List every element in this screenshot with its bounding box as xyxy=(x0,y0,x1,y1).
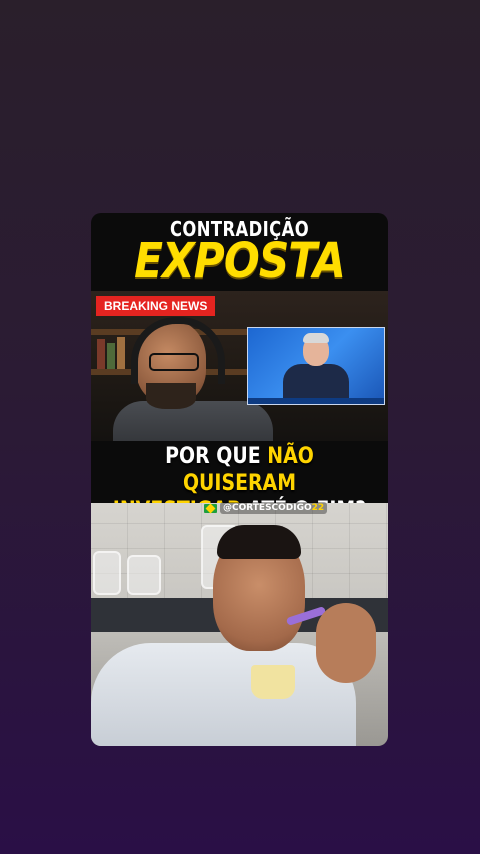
channel-watermark: @CORTESCODIGO22 xyxy=(204,502,328,514)
anchor-hair xyxy=(303,333,329,343)
news-ticker-bar xyxy=(248,398,384,404)
book xyxy=(117,337,125,369)
caption-part: POR QUE xyxy=(165,444,268,469)
brazil-flag-icon xyxy=(204,503,217,513)
book xyxy=(97,339,105,369)
headline-main: EXPOSTA xyxy=(134,233,346,289)
breaking-news-badge: BREAKING NEWS xyxy=(96,296,216,316)
headphones-icon xyxy=(131,317,225,384)
reaction-frame xyxy=(91,503,388,746)
person-hair xyxy=(217,525,301,559)
jar xyxy=(127,555,161,595)
host-beard xyxy=(146,383,196,409)
watermark-handle: @CORTESCODIGO xyxy=(223,503,312,513)
person-hand xyxy=(316,603,376,683)
cup xyxy=(251,665,295,699)
jar xyxy=(93,551,121,595)
book xyxy=(107,343,115,369)
news-inset xyxy=(247,327,385,405)
watermark-number: 22 xyxy=(311,503,325,513)
watermark-text: @CORTESCODIGO22 xyxy=(220,502,328,514)
glasses xyxy=(149,353,199,371)
video-player[interactable]: CONTRADIÇÃO EXPOSTA BREAKING NEWS POR QU… xyxy=(91,213,388,746)
host-body xyxy=(113,401,273,441)
